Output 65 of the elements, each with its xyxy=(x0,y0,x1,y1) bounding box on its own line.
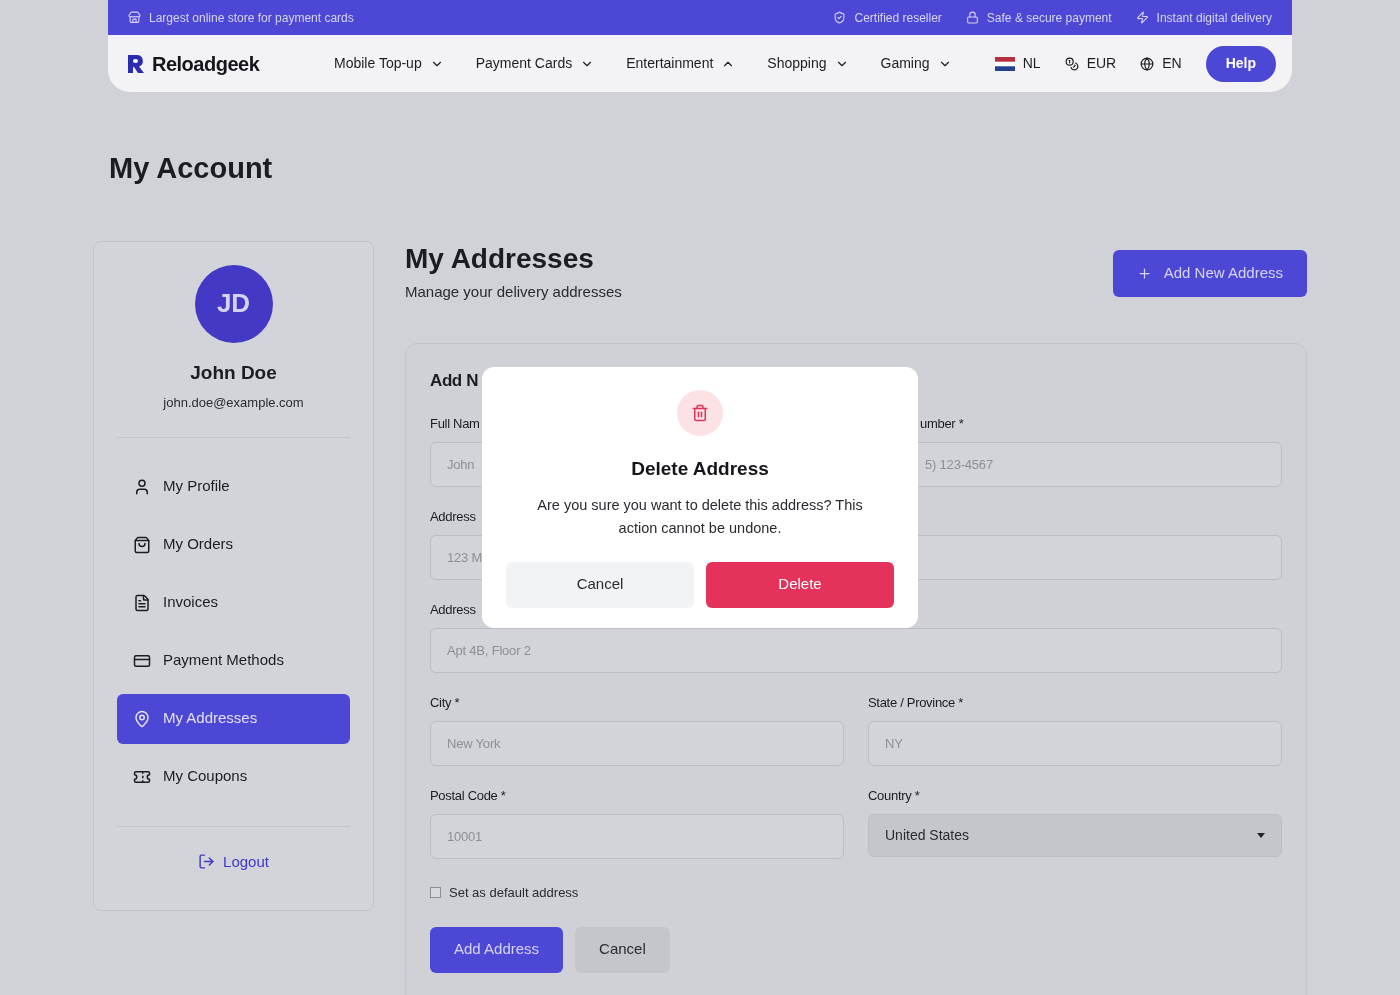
store-icon xyxy=(128,11,141,24)
cancel-button[interactable]: Cancel xyxy=(575,926,670,973)
trust-label: Certified reseller xyxy=(854,9,942,27)
section-title: My Addresses xyxy=(405,241,595,276)
field-label: Address xyxy=(430,601,476,619)
shield-icon xyxy=(833,11,847,24)
field-label: City * xyxy=(430,694,460,712)
trust-label: Safe & secure payment xyxy=(986,9,1112,27)
form-title: Add N xyxy=(430,370,479,392)
menu-item[interactable]: My Orders xyxy=(117,519,350,570)
field-label: umber * xyxy=(920,415,964,433)
field-label: Country * xyxy=(868,787,920,805)
invoice-icon xyxy=(133,593,151,612)
dialog-cancel-button[interactable]: Cancel xyxy=(506,561,694,608)
delete-button[interactable]: Delete xyxy=(706,561,894,608)
user-icon xyxy=(133,477,151,496)
nav-menu[interactable]: Entertainment xyxy=(626,53,736,74)
input-field[interactable]: Apt 4B, Floor 2 xyxy=(430,628,1282,673)
menu-item[interactable]: My Profile xyxy=(117,461,350,512)
menu-item[interactable]: Payment Methods xyxy=(117,635,350,686)
checkbox[interactable] xyxy=(430,887,441,899)
nav-menu[interactable]: Shopping xyxy=(767,53,849,74)
field-label: State / Province * xyxy=(868,694,964,712)
logout-icon xyxy=(198,853,216,871)
field-label: Full Nam xyxy=(430,415,480,433)
input-field[interactable]: 10001 xyxy=(430,814,844,859)
flag-icon xyxy=(994,56,1015,71)
logo-text[interactable]: Reloadgeek xyxy=(152,48,260,79)
field-label: Postal Code * xyxy=(430,787,506,805)
pin-icon xyxy=(133,709,151,728)
section-subtitle: Manage your delivery addresses xyxy=(405,281,622,302)
add-new-address-button[interactable]: Add New Address xyxy=(1112,249,1307,297)
globe-icon xyxy=(1140,56,1155,71)
checkbox-label: Set as default address xyxy=(449,884,579,902)
user-name: John Doe xyxy=(190,360,277,385)
input-field[interactable]: NY xyxy=(868,721,1282,766)
locale-selector[interactable]: EUR xyxy=(1064,53,1117,74)
trash-icon xyxy=(691,404,709,422)
nav-menu[interactable]: Mobile Top-up xyxy=(334,53,444,74)
nav-menu[interactable]: Payment Cards xyxy=(475,53,595,74)
bolt-icon xyxy=(1135,11,1149,24)
help-button[interactable]: Help xyxy=(1205,45,1276,82)
user-email: john.doe@example.com xyxy=(163,394,304,412)
menu-item[interactable]: My Coupons xyxy=(117,751,350,802)
field-label: Address xyxy=(430,508,476,526)
menu-item[interactable]: Invoices xyxy=(117,577,350,628)
bag-icon xyxy=(133,535,151,554)
tagline: Largest online store for payment cards xyxy=(149,9,354,27)
avatar: JD xyxy=(194,264,273,343)
nav-menu[interactable]: Gaming xyxy=(880,53,952,74)
locale-selector[interactable]: EN xyxy=(1140,53,1182,74)
menu-item[interactable]: My Addresses xyxy=(117,693,350,744)
coins-icon xyxy=(1064,56,1079,71)
logout-link[interactable]: Logout xyxy=(198,850,269,873)
page-title: My Account xyxy=(109,151,274,186)
dialog-title: Delete Address xyxy=(631,457,769,481)
lock-icon xyxy=(965,11,979,24)
caret-icon xyxy=(1257,833,1265,838)
dialog-message: Are you sure you want to delete this address? This action cannot be undone. xyxy=(536,495,864,538)
trust-label: Instant digital delivery xyxy=(1156,9,1272,27)
input-field[interactable]: New York xyxy=(430,721,844,766)
plus-icon xyxy=(1136,265,1152,281)
add-address-button[interactable]: Add Address xyxy=(430,926,564,973)
select-field[interactable]: United States xyxy=(868,814,1282,857)
locale-selector[interactable]: NL xyxy=(994,53,1041,74)
